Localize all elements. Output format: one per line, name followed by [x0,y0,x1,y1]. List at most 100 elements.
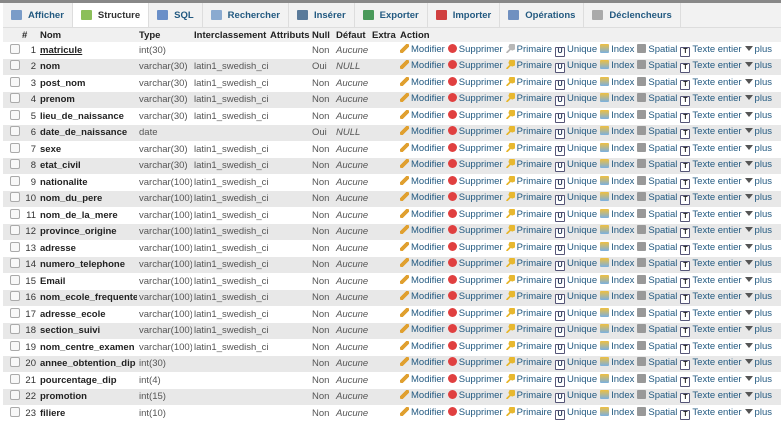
action-delete[interactable]: Supprimer [447,109,503,121]
action-index[interactable]: Index [600,208,634,220]
action-more[interactable]: plus [744,390,772,401]
action-index[interactable]: Index [600,390,634,401]
action-more[interactable]: plus [744,225,772,236]
column-name[interactable]: lieu_de_naissance [38,108,137,125]
action-index[interactable]: Index [600,76,634,88]
tab-inserer[interactable]: Insérer [289,3,355,27]
action-more[interactable]: plus [744,77,772,88]
action-edit[interactable]: Modifier [400,159,445,170]
action-more[interactable]: plus [744,192,772,203]
action-edit[interactable]: Modifier [400,307,445,319]
column-name[interactable]: province_origine [38,223,137,240]
action-unique[interactable]: U Unique [555,225,597,239]
action-fulltext[interactable]: T Texte entier [680,110,742,123]
tab-operations[interactable]: Opérations [500,3,585,27]
action-spatial[interactable]: Spatial [637,43,677,55]
action-primary[interactable]: Primaire [505,126,552,137]
row-checkbox[interactable] [10,324,20,335]
column-name[interactable]: nom_de_la_mere [38,207,137,224]
action-index[interactable]: Index [600,241,634,253]
column-name[interactable]: nom_du_pere [38,190,137,207]
action-spatial[interactable]: Spatial [637,126,677,137]
action-more[interactable]: plus [744,143,772,154]
action-primary[interactable]: Primaire [505,109,552,121]
action-index[interactable]: Index [600,60,634,71]
action-edit[interactable]: Modifier [400,324,445,335]
action-more[interactable]: plus [744,110,772,121]
action-unique[interactable]: U Unique [555,242,597,255]
action-spatial[interactable]: Spatial [637,390,677,401]
action-more[interactable]: plus [744,407,772,418]
action-more[interactable]: plus [744,126,772,137]
action-fulltext[interactable]: T Texte entier [680,159,742,173]
action-unique[interactable]: U Unique [555,374,597,387]
action-unique[interactable]: U Unique [555,192,597,206]
action-delete[interactable]: Supprimer [447,175,503,187]
tab-exporter[interactable]: Exporter [355,3,428,27]
action-primary[interactable]: Primaire [505,340,552,352]
action-fulltext[interactable]: T Texte entier [680,390,742,404]
action-index[interactable]: Index [600,357,634,368]
action-more[interactable]: plus [744,159,772,170]
action-fulltext[interactable]: T Texte entier [680,357,742,371]
action-fulltext[interactable]: T Texte entier [680,324,742,338]
action-edit[interactable]: Modifier [400,60,445,71]
action-fulltext[interactable]: T Texte entier [680,143,742,156]
action-delete[interactable]: Supprimer [447,159,503,170]
row-checkbox[interactable] [10,142,20,153]
action-unique[interactable]: U Unique [555,77,597,90]
action-delete[interactable]: Supprimer [447,291,503,302]
action-more[interactable]: plus [744,44,772,55]
action-edit[interactable]: Modifier [400,109,445,121]
action-edit[interactable]: Modifier [400,373,445,385]
row-checkbox[interactable] [10,192,20,203]
action-index[interactable]: Index [600,225,634,236]
action-fulltext[interactable]: T Texte entier [680,60,742,74]
action-edit[interactable]: Modifier [400,390,445,401]
action-edit[interactable]: Modifier [400,340,445,352]
column-name[interactable]: adresse [38,240,137,257]
column-name[interactable]: date_de_naissance [38,124,137,141]
column-name[interactable]: numero_telephone [38,256,137,273]
action-spatial[interactable]: Spatial [637,307,677,319]
action-primary[interactable]: Primaire [505,192,552,203]
action-delete[interactable]: Supprimer [447,76,503,88]
action-unique[interactable]: U Unique [555,126,597,140]
action-edit[interactable]: Modifier [400,406,445,418]
action-delete[interactable]: Supprimer [447,390,503,401]
action-unique[interactable]: U Unique [555,341,597,354]
tab-rechercher[interactable]: Rechercher [203,3,289,27]
action-fulltext[interactable]: T Texte entier [680,275,742,288]
action-primary[interactable]: Primaire [505,60,552,71]
action-fulltext[interactable]: T Texte entier [680,225,742,239]
action-more[interactable]: plus [744,324,772,335]
action-delete[interactable]: Supprimer [447,43,503,55]
column-name[interactable]: Email [38,273,137,290]
row-checkbox[interactable] [10,357,20,368]
action-fulltext[interactable]: T Texte entier [680,209,742,222]
action-spatial[interactable]: Spatial [637,291,677,302]
action-fulltext[interactable]: T Texte entier [680,242,742,255]
column-name[interactable]: post_nom [38,75,137,92]
column-name[interactable]: promotion [38,388,137,405]
action-fulltext[interactable]: T Texte entier [680,93,742,107]
action-primary[interactable]: Primaire [505,93,552,104]
action-unique[interactable]: U Unique [555,390,597,404]
action-index[interactable]: Index [600,175,634,187]
action-edit[interactable]: Modifier [400,93,445,104]
action-index[interactable]: Index [600,126,634,137]
action-index[interactable]: Index [600,373,634,385]
action-more[interactable]: plus [744,209,772,220]
action-spatial[interactable]: Spatial [637,340,677,352]
action-delete[interactable]: Supprimer [447,357,503,368]
action-unique[interactable]: U Unique [555,209,597,222]
action-fulltext[interactable]: T Texte entier [680,341,742,354]
action-more[interactable]: plus [744,341,772,352]
row-checkbox[interactable] [10,390,20,401]
action-edit[interactable]: Modifier [400,225,445,236]
action-index[interactable]: Index [600,192,634,203]
action-unique[interactable]: U Unique [555,44,597,57]
column-name[interactable]: nationalite [38,174,137,191]
action-unique[interactable]: U Unique [555,324,597,338]
action-spatial[interactable]: Spatial [637,241,677,253]
